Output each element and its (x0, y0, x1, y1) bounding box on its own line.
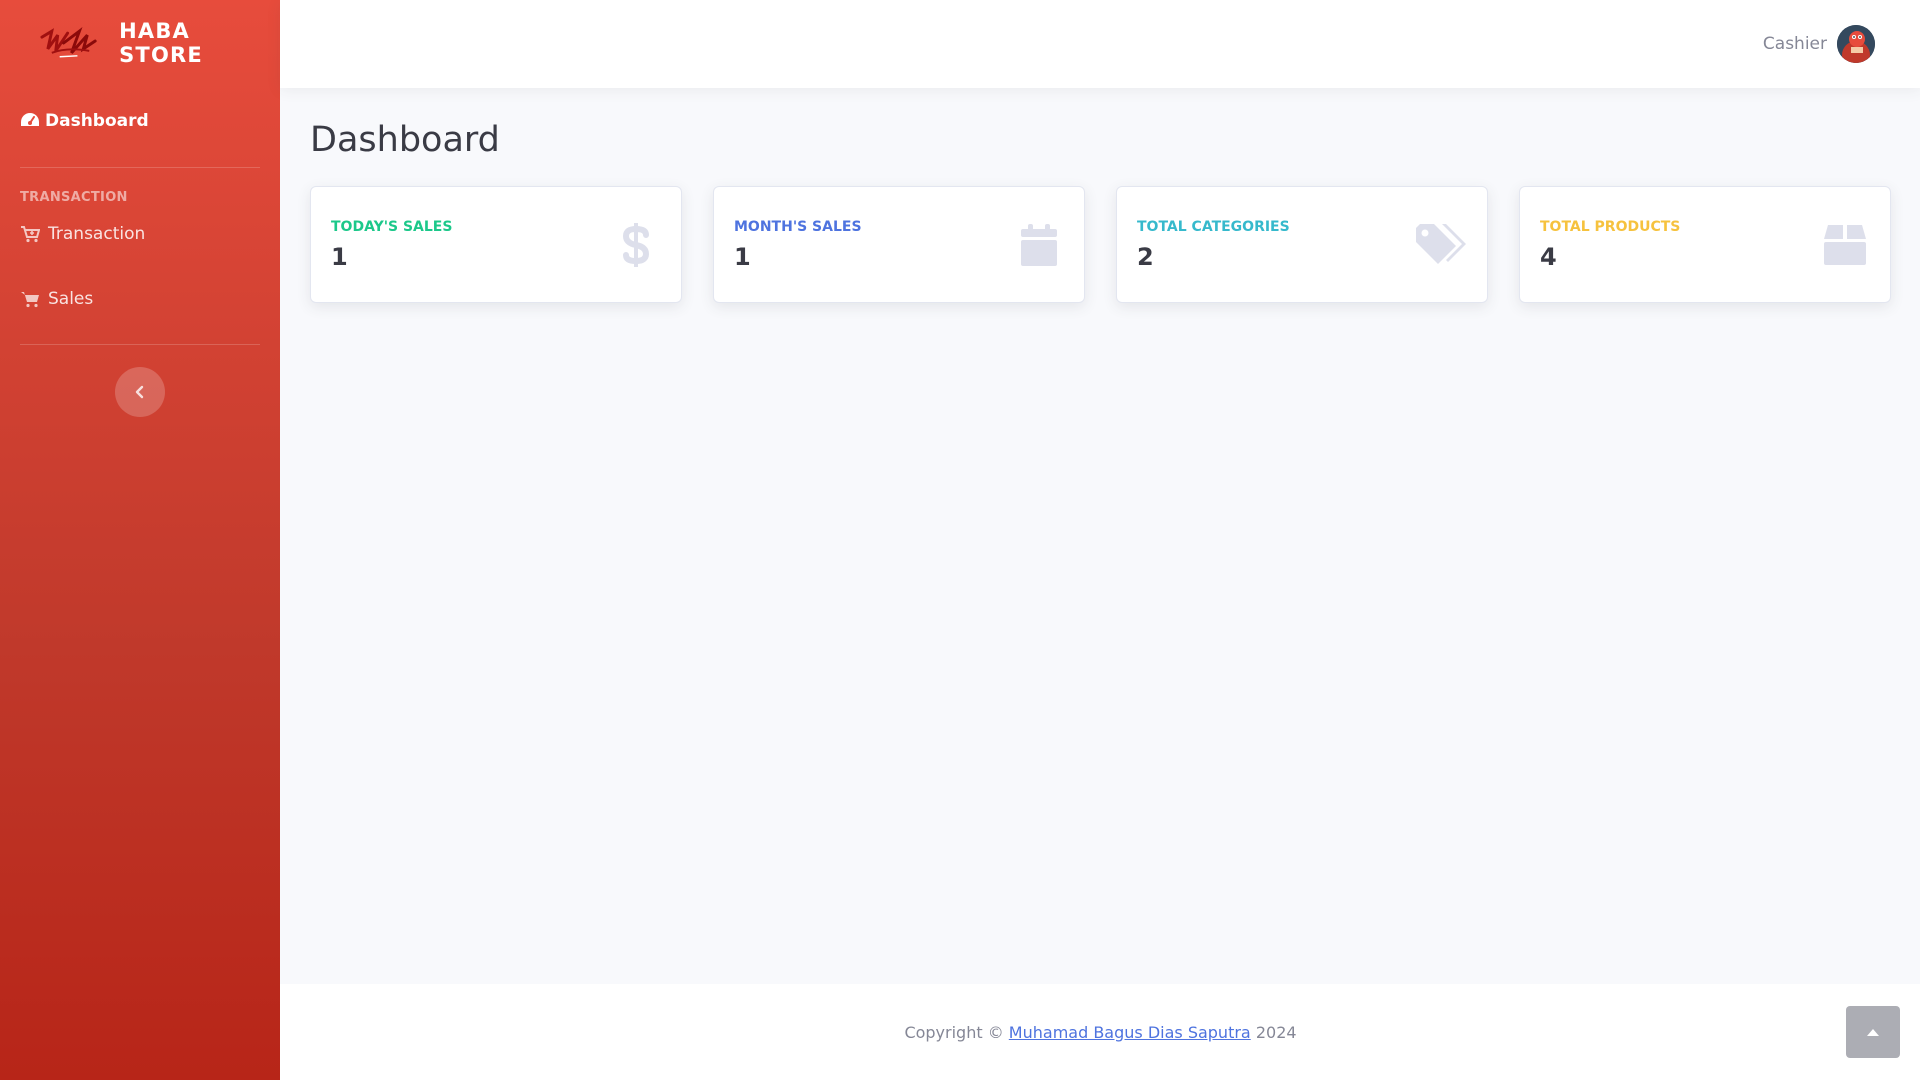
calendar-icon (1013, 221, 1065, 269)
card-months-sales: MONTH'S SALES 1 (713, 186, 1085, 303)
card-label: TOTAL CATEGORIES (1137, 218, 1290, 235)
user-name[interactable]: Cashier (1763, 34, 1827, 54)
card-value: 2 (1137, 242, 1154, 271)
chevron-left-icon (135, 385, 144, 399)
sidebar-item-label: Sales (48, 289, 94, 309)
app-root: HABA STORE Dashboard TRANSACTION Transac… (0, 0, 1920, 1080)
scroll-to-top-button[interactable] (1846, 1006, 1900, 1058)
sidebar-item-sales[interactable]: Sales (0, 274, 280, 324)
card-value: 4 (1540, 242, 1557, 271)
card-value: 1 (734, 242, 751, 271)
sidebar-section-heading: TRANSACTION (20, 190, 128, 205)
main-content: Dashboard TODAY'S SALES 1 MONTH'S SALES … (280, 88, 1920, 984)
card-todays-sales: TODAY'S SALES 1 (310, 186, 682, 303)
sidebar: HABA STORE Dashboard TRANSACTION Transac… (0, 0, 280, 1080)
shopping-cart-icon (20, 289, 40, 309)
cart-plus-icon (20, 224, 40, 244)
sidebar-item-dashboard[interactable]: Dashboard (0, 96, 280, 146)
card-body: TOTAL PRODUCTS 4 (1540, 219, 1680, 271)
brand-logo (40, 27, 97, 58)
tags-icon (1416, 221, 1468, 269)
card-value: 1 (331, 242, 348, 271)
sidebar-item-label: Transaction (48, 224, 146, 244)
sidebar-item-transaction[interactable]: Transaction (0, 209, 280, 259)
footer-copyright-prefix: Copyright © (904, 1022, 1004, 1042)
avatar[interactable] (1837, 25, 1875, 63)
brand[interactable]: HABA STORE (0, 0, 280, 86)
footer: Copyright © Muhamad Bagus Dias Saputra 2… (280, 984, 1920, 1080)
brand-name: HABA STORE (119, 19, 203, 67)
box-icon (1819, 221, 1871, 269)
tachometer-icon (20, 111, 40, 131)
footer-year: 2024 (1255, 1022, 1297, 1042)
footer-author-link[interactable]: Muhamad Bagus Dias Saputra (1009, 1023, 1251, 1042)
card-total-products: TOTAL PRODUCTS 4 (1519, 186, 1891, 303)
topbar: Cashier (280, 0, 1920, 88)
content-wrapper: Cashier Dashboard TODAY'S SALES 1 MONTH'… (280, 0, 1920, 1080)
card-label: TOTAL PRODUCTS (1540, 218, 1681, 235)
sidebar-toggle-wrap (0, 367, 280, 417)
sidebar-item-label: Dashboard (45, 111, 149, 131)
card-body: TODAY'S SALES 1 (331, 219, 452, 271)
dollar-icon (610, 221, 662, 269)
stat-cards: TODAY'S SALES 1 MONTH'S SALES 1 TOTAL CA… (310, 186, 1891, 303)
avatar-image (1837, 25, 1875, 63)
card-body: MONTH'S SALES 1 (734, 219, 862, 271)
sidebar-divider (20, 167, 260, 168)
page-title: Dashboard (310, 120, 500, 160)
chevron-up-icon (1867, 1029, 1879, 1036)
card-label: TODAY'S SALES (331, 218, 453, 235)
card-label: MONTH'S SALES (734, 218, 862, 235)
card-total-categories: TOTAL CATEGORIES 2 (1116, 186, 1488, 303)
sidebar-divider (20, 344, 260, 345)
sidebar-toggle-button[interactable] (115, 367, 165, 417)
card-body: TOTAL CATEGORIES 2 (1137, 219, 1290, 271)
